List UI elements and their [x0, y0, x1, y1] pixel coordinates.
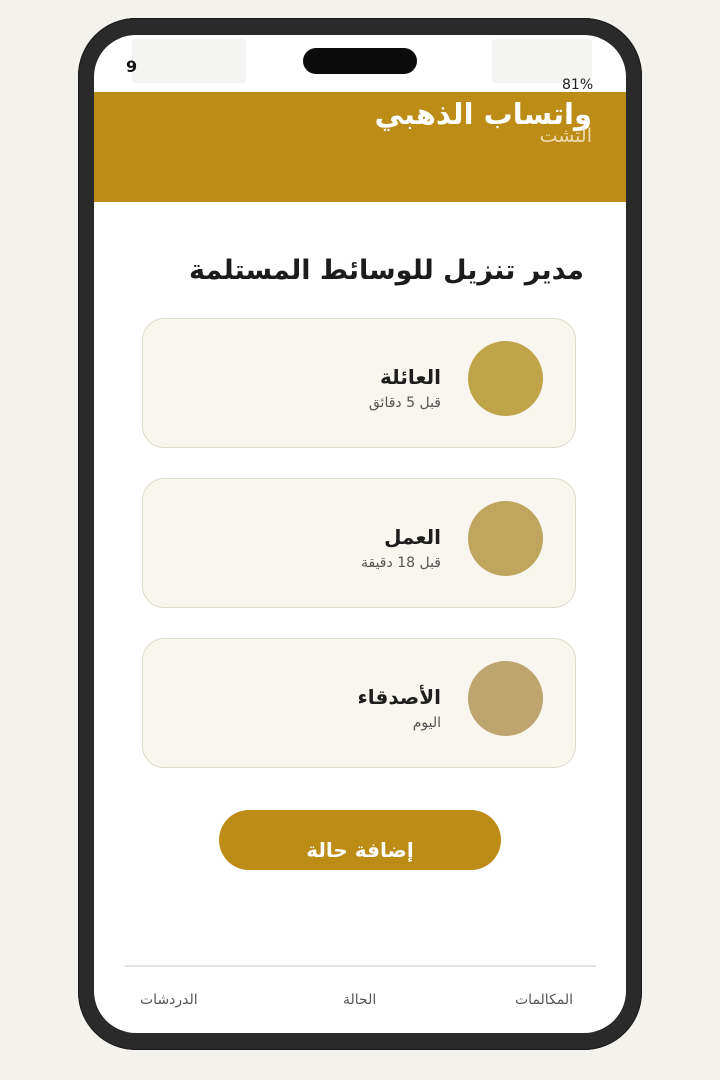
battery-level: 81% [562, 77, 594, 93]
phone-frame: 9 81% واتساب الذهبي التشت مدير تنزيل للو… [78, 18, 642, 1050]
nav-status[interactable]: الحالة [343, 992, 376, 1008]
status-bar-left-area [132, 39, 246, 83]
nav-chats[interactable]: الدردشات [140, 992, 198, 1008]
status-card-friends[interactable]: الأصدقاء اليوم [142, 638, 576, 768]
phone-screen: 9 81% واتساب الذهبي التشت مدير تنزيل للو… [94, 35, 626, 1033]
add-status-label: إضافة حالة [306, 838, 414, 862]
avatar [468, 341, 543, 416]
status-time: 9 [126, 57, 138, 76]
add-status-button[interactable]: إضافة حالة [219, 810, 501, 870]
status-card-family[interactable]: العائلة قبل 5 دقائق [142, 318, 576, 448]
status-card-work[interactable]: العمل قبل 18 دقيقة [142, 478, 576, 608]
avatar [468, 501, 543, 576]
status-name: الأصدقاء [357, 685, 441, 709]
status-name: العائلة [380, 365, 441, 389]
nav-calls[interactable]: المكالمات [515, 992, 573, 1008]
bottom-nav-divider [125, 965, 596, 967]
avatar [468, 661, 543, 736]
status-name: العمل [384, 525, 441, 549]
page-title: مدير تنزيل للوسائط المستلمة [189, 255, 584, 286]
dynamic-island [303, 48, 417, 74]
header-subtitle: التشت [539, 125, 592, 147]
status-time-ago: اليوم [412, 715, 441, 731]
status-time-ago: قبل 5 دقائق [368, 395, 441, 411]
status-time-ago: قبل 18 دقيقة [360, 555, 441, 571]
